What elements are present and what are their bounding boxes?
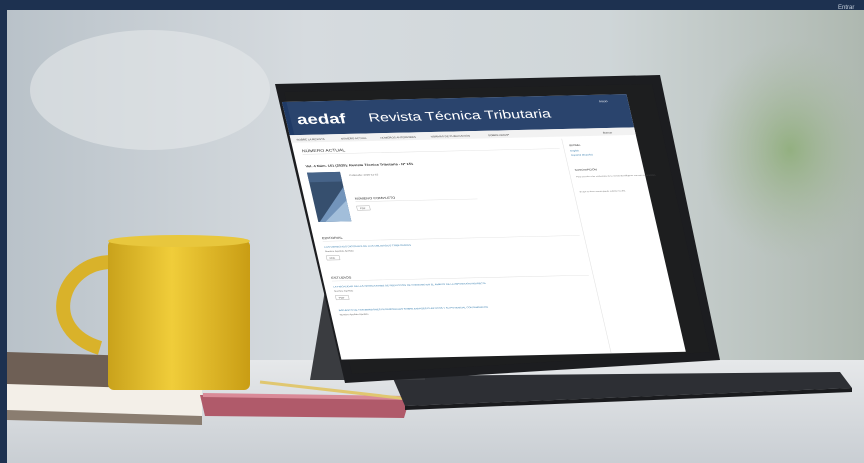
screen-glare [284, 84, 710, 374]
scene: aedaf Revista Técnica Tributaria Inicio … [0, 0, 864, 463]
top-bar-label[interactable]: Entrar [838, 5, 854, 11]
